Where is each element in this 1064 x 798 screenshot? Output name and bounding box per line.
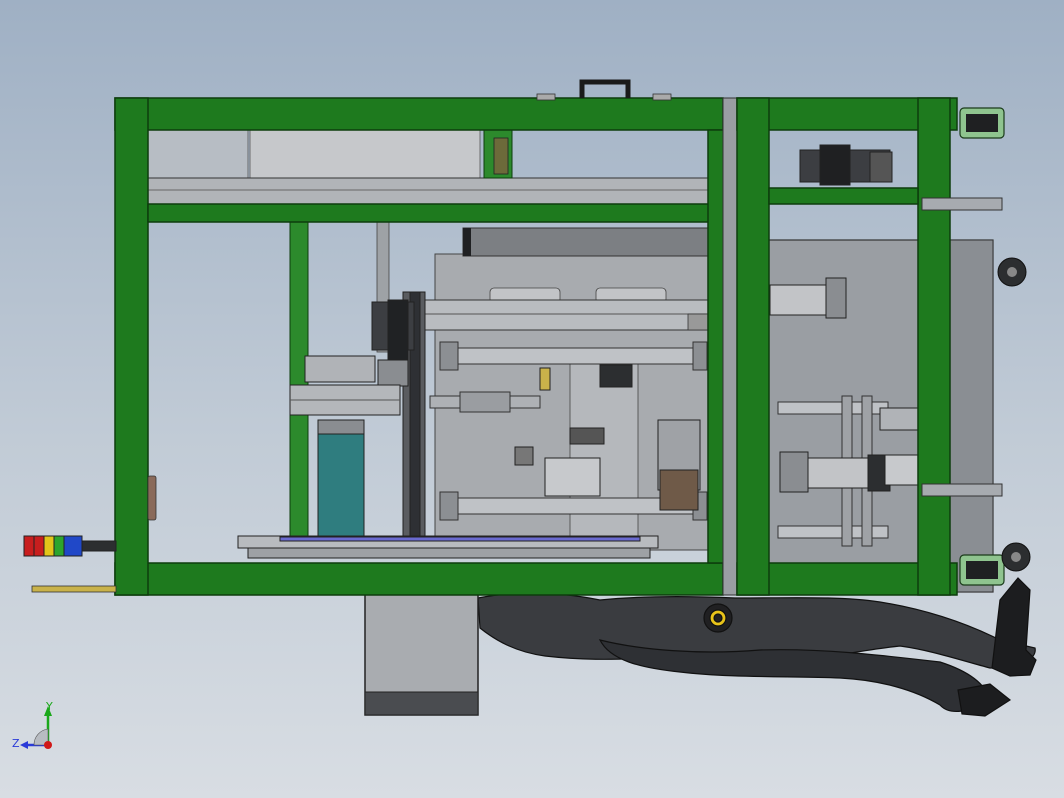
frame-divider-post: [722, 97, 738, 596]
caster-top: [959, 107, 1005, 139]
electrical-box: [364, 579, 479, 716]
bottom-slide: [237, 535, 659, 559]
cad-viewport[interactable]: Y Z: [0, 0, 1064, 798]
base-rail: [31, 585, 117, 593]
wheel-right-top: [997, 257, 1027, 287]
axis-triad[interactable]: Y Z: [12, 700, 53, 750]
door-latch: [147, 475, 157, 521]
machine-drawing: Y Z: [12, 79, 1037, 750]
z-axis-arrowhead: [20, 741, 28, 749]
vertical-actuator: [371, 291, 426, 543]
gantry-beam: [417, 299, 711, 331]
signal-tower-light: [23, 535, 117, 557]
x-axis-dot: [44, 741, 52, 749]
z-axis-label: Z: [12, 737, 20, 750]
y-axis-label: Y: [45, 700, 53, 713]
operator-figure: [477, 577, 1037, 717]
caster-bottom: [959, 554, 1005, 586]
wheel-right-bottom: [1001, 542, 1031, 572]
